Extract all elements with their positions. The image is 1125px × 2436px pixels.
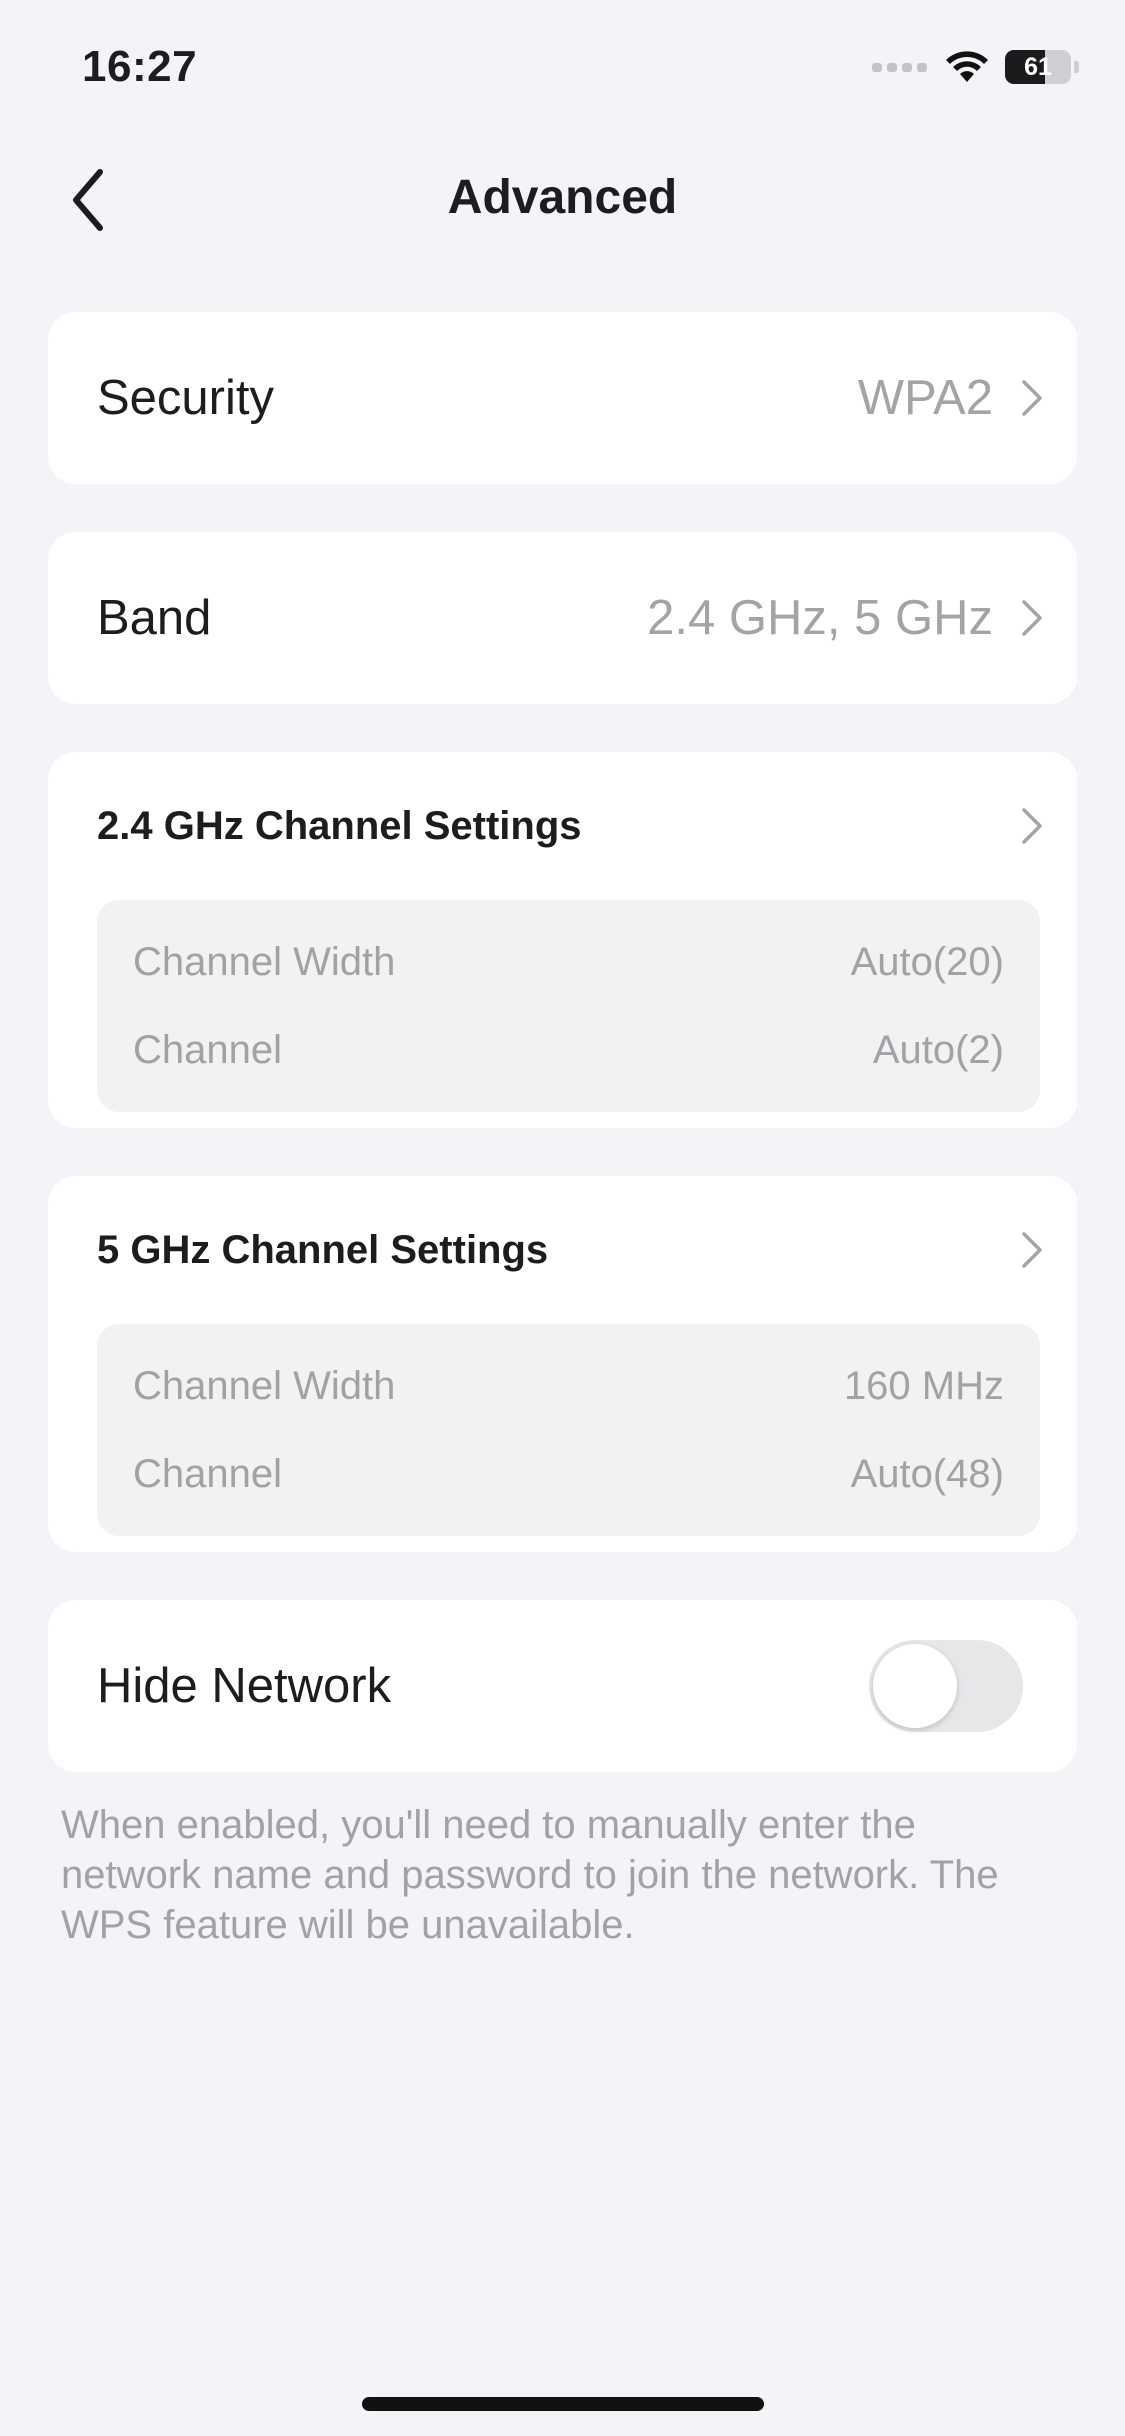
battery-icon: 61 <box>1005 50 1071 84</box>
battery-level-text: 61 <box>1024 53 1052 81</box>
chevron-right-icon <box>1022 600 1042 636</box>
toggle-knob <box>873 1644 957 1728</box>
channel-row: Channel Auto(2) <box>133 1006 1004 1094</box>
channel-settings-5ghz-card[interactable]: 5 GHz Channel Settings Channel Width 160… <box>48 1176 1077 1552</box>
hide-network-label: Hide Network <box>97 1659 392 1713</box>
band-row[interactable]: Band 2.4 GHz, 5 GHz <box>48 532 1077 704</box>
channel-settings-24ghz-header[interactable]: 2.4 GHz Channel Settings <box>97 752 1043 900</box>
battery-cap <box>1074 61 1079 73</box>
band-label: Band <box>97 591 212 645</box>
channel-label: Channel <box>133 1451 283 1496</box>
band-value: 2.4 GHz, 5 GHz <box>647 591 993 645</box>
page-title: Advanced <box>447 171 678 224</box>
channel-label: Channel <box>133 1027 283 1072</box>
channel-width-value: Auto(20) <box>850 939 1004 984</box>
channel-value: Auto(48) <box>850 1451 1004 1496</box>
hide-network-row: Hide Network <box>48 1600 1077 1772</box>
channel-width-value: 160 MHz <box>843 1363 1004 1408</box>
wifi-icon <box>946 51 988 82</box>
channel-details-box: Channel Width 160 MHz Channel Auto(48) <box>97 1324 1040 1536</box>
chevron-right-icon <box>1022 808 1042 844</box>
security-label: Security <box>97 371 275 425</box>
channel-width-label: Channel Width <box>133 1363 396 1408</box>
channel-settings-24ghz-card[interactable]: 2.4 GHz Channel Settings Channel Width A… <box>48 752 1077 1128</box>
status-time: 16:27 <box>82 42 198 91</box>
channel-row: Channel Auto(48) <box>133 1430 1004 1518</box>
chevron-right-icon <box>1022 380 1042 416</box>
security-row[interactable]: Security WPA2 <box>48 312 1077 484</box>
nav-bar: Advanced <box>0 140 1125 260</box>
hide-network-hint: When enabled, you'll need to manually en… <box>61 1803 999 1947</box>
security-value: WPA2 <box>857 371 993 425</box>
channel-width-label: Channel Width <box>133 939 396 984</box>
home-indicator[interactable] <box>362 2397 764 2411</box>
channel-width-row: Channel Width Auto(20) <box>133 918 1004 1006</box>
hide-network-toggle[interactable] <box>869 1640 1023 1732</box>
channel-details-box: Channel Width Auto(20) Channel Auto(2) <box>97 900 1040 1112</box>
advanced-screen: 16:27 61 Advanced Security WPA2 Band 2.4… <box>0 0 1125 2436</box>
channel-value: Auto(2) <box>872 1027 1004 1072</box>
cellular-signal-icon <box>872 62 927 72</box>
channel-settings-24ghz-title: 2.4 GHz Channel Settings <box>97 803 582 848</box>
channel-width-row: Channel Width 160 MHz <box>133 1342 1004 1430</box>
chevron-right-icon <box>1022 1232 1042 1268</box>
status-icons: 61 <box>872 50 1079 84</box>
status-bar: 16:27 61 <box>0 0 1125 140</box>
channel-settings-5ghz-title: 5 GHz Channel Settings <box>97 1227 549 1272</box>
channel-settings-5ghz-header[interactable]: 5 GHz Channel Settings <box>97 1176 1043 1324</box>
